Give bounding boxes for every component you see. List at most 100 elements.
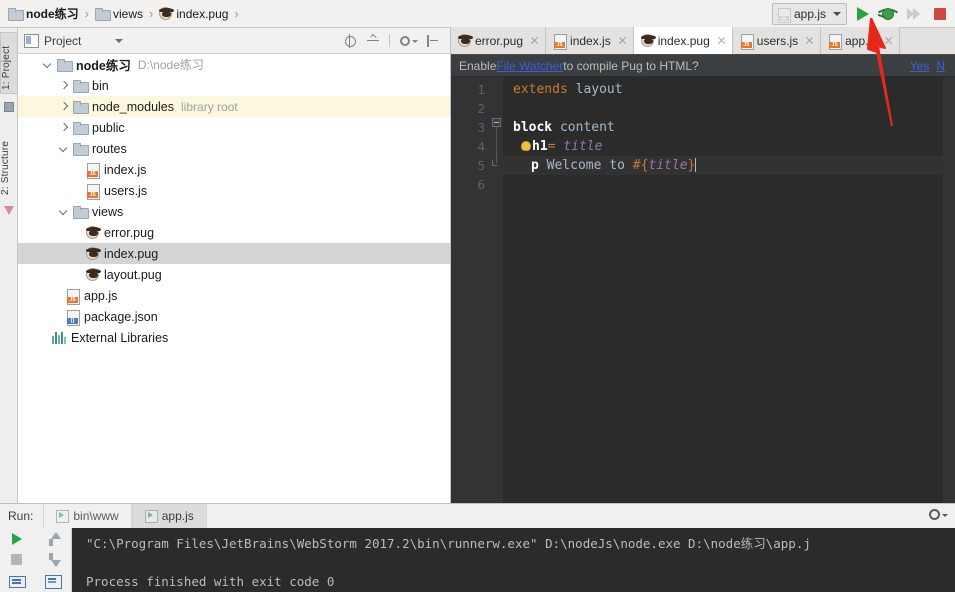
project-tree: node练习 D:\node练习 bin node_modules librar… xyxy=(18,54,450,502)
tree-item-label: node练习 xyxy=(76,59,131,73)
stop-button[interactable] xyxy=(929,3,951,25)
pug-icon xyxy=(86,247,101,260)
breadcrumb-separator: › xyxy=(234,6,239,21)
stop-icon[interactable] xyxy=(8,551,26,569)
run-with-coverage-button[interactable] xyxy=(903,3,925,25)
pug-icon xyxy=(159,7,175,20)
tree-item-bin[interactable]: bin xyxy=(18,75,450,96)
tree-item-index-pug[interactable]: index.pug xyxy=(18,243,450,264)
tab-index-js[interactable]: index.js xyxy=(546,27,634,54)
fold-end-icon xyxy=(492,160,497,166)
tab-app-js[interactable]: app.js xyxy=(821,27,901,54)
token-interp-close: } xyxy=(687,158,696,173)
tree-item-external-libraries[interactable]: External Libraries xyxy=(18,327,450,348)
notification-no-link[interactable]: N xyxy=(936,59,945,73)
tab-label: error.pug xyxy=(475,33,524,48)
tab-error-pug[interactable]: error.pug xyxy=(451,27,547,54)
tab-users-js[interactable]: users.js xyxy=(732,27,822,54)
soft-wrap-icon[interactable] xyxy=(44,572,62,590)
tree-item-public[interactable]: public xyxy=(18,117,450,138)
console-output[interactable]: "C:\Program Files\JetBrains\WebStorm 201… xyxy=(72,528,955,592)
tree-item-routes[interactable]: routes xyxy=(18,138,450,159)
run-tab-bar: Run: bin\www app.js xyxy=(0,504,955,528)
close-icon[interactable] xyxy=(716,35,727,46)
divider xyxy=(389,34,390,47)
hide-icon[interactable] xyxy=(426,34,440,48)
run-tab-app-js[interactable]: app.js xyxy=(131,504,207,528)
text-caret xyxy=(695,158,697,172)
fold-collapse-icon[interactable] xyxy=(492,118,501,127)
tree-item-node-modules[interactable]: node_modules library root xyxy=(18,96,450,117)
editor-area: error.pug index.js index.pug users.js ap xyxy=(451,27,955,503)
breadcrumb-item-views[interactable]: views xyxy=(95,0,143,28)
up-icon[interactable] xyxy=(44,530,62,548)
tree-item-node-project[interactable]: node练习 D:\node练习 xyxy=(18,54,450,75)
run-window-body: "C:\Program Files\JetBrains\WebStorm 201… xyxy=(0,528,955,592)
chevron-right-icon[interactable] xyxy=(58,101,69,112)
tree-item-package-json[interactable]: package.json xyxy=(18,306,450,327)
breadcrumb-label: index.pug xyxy=(176,6,229,21)
project-icon xyxy=(24,34,39,48)
tab-index-pug[interactable]: index.pug xyxy=(633,27,733,54)
tab-label: index.pug xyxy=(657,33,710,48)
tree-item-error-pug[interactable]: error.pug xyxy=(18,222,450,243)
run-button[interactable] xyxy=(851,3,873,25)
chevron-down-icon[interactable] xyxy=(42,59,53,70)
tree-item-label: routes xyxy=(92,141,127,156)
js-icon xyxy=(777,7,791,23)
folder-icon xyxy=(73,122,89,135)
tree-item-routes-index-js[interactable]: index.js xyxy=(18,159,450,180)
breadcrumb-item-file[interactable]: index.pug xyxy=(159,0,228,28)
code-text[interactable]: extends layout block content h1= title p… xyxy=(503,77,955,503)
chevron-down-icon[interactable] xyxy=(115,38,124,43)
close-icon[interactable] xyxy=(804,35,815,46)
code-editor[interactable]: 1 2 3 4 5 6 extends layout block content… xyxy=(451,77,955,503)
close-icon[interactable] xyxy=(529,35,540,46)
gear-icon[interactable] xyxy=(929,509,948,523)
run-configuration-selector[interactable]: app.js xyxy=(771,3,847,25)
tree-item-label: users.js xyxy=(104,183,148,198)
js-icon xyxy=(553,33,568,50)
tree-item-routes-users-js[interactable]: users.js xyxy=(18,180,450,201)
close-icon[interactable] xyxy=(883,35,894,46)
chevron-right-icon[interactable] xyxy=(58,122,69,133)
locate-icon[interactable] xyxy=(343,33,357,48)
chevron-down-icon[interactable] xyxy=(58,206,69,217)
file-watcher-link[interactable]: File Watcher xyxy=(496,59,563,73)
tree-item-label: package.json xyxy=(84,309,158,324)
folder-icon xyxy=(73,101,89,114)
token-tag: h1 xyxy=(532,139,548,154)
tree-item-label: index.js xyxy=(104,162,147,177)
chevron-right-icon[interactable] xyxy=(58,80,69,91)
breadcrumb-separator: › xyxy=(84,6,90,21)
tab-label: users.js xyxy=(756,33,799,48)
project-panel-header: Project xyxy=(18,28,450,54)
tree-item-label: index.pug xyxy=(104,246,159,261)
print-icon[interactable] xyxy=(8,572,26,590)
favorites-icon[interactable] xyxy=(4,206,15,217)
json-icon xyxy=(66,309,80,326)
run-tab-bin-www[interactable]: bin\www xyxy=(43,504,132,528)
down-icon[interactable] xyxy=(44,551,62,569)
intention-bulb-icon[interactable] xyxy=(521,141,531,151)
tree-item-app-js[interactable]: app.js xyxy=(18,285,450,306)
breadcrumb-item-project[interactable]: node练习 xyxy=(8,0,79,28)
rerun-icon[interactable] xyxy=(8,530,26,548)
sidebar-tab-structure[interactable]: 2: Structure xyxy=(0,124,18,198)
collapse-all-icon[interactable] xyxy=(366,34,380,48)
token-text: Welcome to xyxy=(538,158,633,173)
tree-item-views[interactable]: views xyxy=(18,201,450,222)
project-panel-tools xyxy=(343,33,444,48)
debug-button[interactable] xyxy=(877,3,899,25)
fold-region-line xyxy=(496,123,497,163)
settings-gear-icon[interactable] xyxy=(399,34,418,48)
folder-icon xyxy=(73,206,89,219)
editor-marker-bar[interactable] xyxy=(943,77,955,503)
tree-item-layout-pug[interactable]: layout.pug xyxy=(18,264,450,285)
sidebar-tab-project[interactable]: 1: Project xyxy=(0,32,18,94)
module-icon[interactable] xyxy=(4,102,14,112)
chevron-down-icon[interactable] xyxy=(58,143,69,154)
token-operator: = xyxy=(547,139,564,154)
notification-yes-link[interactable]: Yes xyxy=(910,59,930,73)
close-icon[interactable] xyxy=(617,35,628,46)
